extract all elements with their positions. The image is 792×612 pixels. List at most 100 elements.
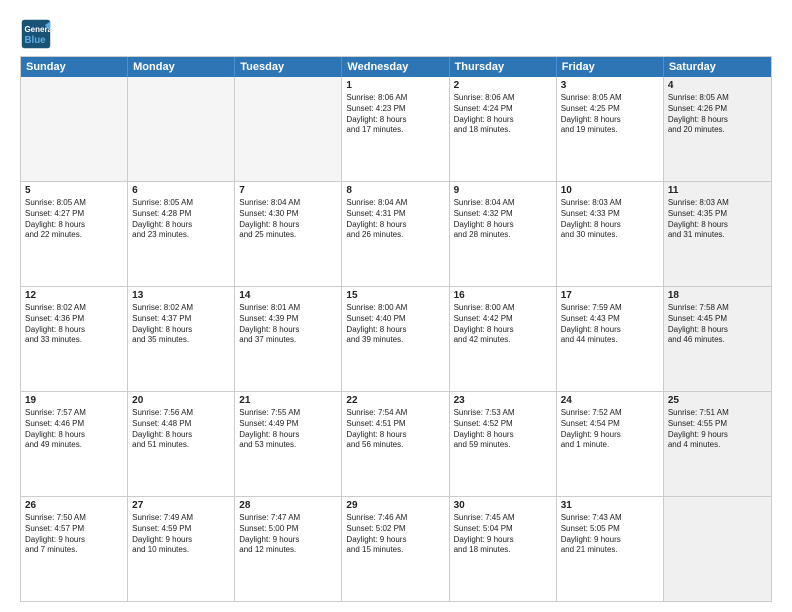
day-content: Sunrise: 7:56 AM Sunset: 4:48 PM Dayligh… <box>132 408 230 451</box>
calendar-day-26: 26Sunrise: 7:50 AM Sunset: 4:57 PM Dayli… <box>21 497 128 601</box>
calendar-day-7: 7 Sunrise: 8:04 AM Sunset: 4:30 PM Daylig… <box>235 182 342 286</box>
calendar-day-18: 18 Sunrise: 7:58 AM Sunset: 4:45 PM Dayli… <box>664 287 771 391</box>
header-day-saturday: Saturday <box>664 57 771 77</box>
calendar-day-16: 16 Sunrise: 8:00 AM Sunset: 4:42 PM Dayli… <box>450 287 557 391</box>
calendar: SundayMondayTuesdayWednesdayThursdayFrid… <box>20 56 772 602</box>
calendar-day-31: 31 Sunrise: 7:43 AM Sunset: 5:05 PM Dayli… <box>557 497 664 601</box>
day-content: Sunrise: 8:05 AM Sunset: 4:27 PM Dayligh… <box>25 198 123 241</box>
day-content: Sunrise: 8:05 AM Sunset: 4:28 PM Dayligh… <box>132 198 230 241</box>
day-number: 20 <box>132 395 230 406</box>
day-content: Sunrise: 7:54 AM Sunset: 4:51 PM Dayligh… <box>346 408 444 451</box>
page: General Blue SundayMondayTuesdayWednesda… <box>0 0 792 612</box>
day-number: 27 <box>132 500 230 511</box>
day-content: Sunrise: 7:53 AM Sunset: 4:52 PM Dayligh… <box>454 408 552 451</box>
day-content: Sunrise: 7:47 AM Sunset: 5:00 PM Dayligh… <box>239 513 337 556</box>
calendar-empty-cell <box>235 77 342 181</box>
day-number: 29 <box>346 500 444 511</box>
calendar-day-20: 20 Sunrise: 7:56 AM Sunset: 4:48 PM Dayli… <box>128 392 235 496</box>
calendar-day-22: 22 Sunrise: 7:54 AM Sunset: 4:51 PM Dayli… <box>342 392 449 496</box>
day-number: 15 <box>346 290 444 301</box>
calendar-header: SundayMondayTuesdayWednesdayThursdayFrid… <box>21 57 771 77</box>
header-day-friday: Friday <box>557 57 664 77</box>
calendar-day-15: 15 Sunrise: 8:00 AM Sunset: 4:40 PM Dayli… <box>342 287 449 391</box>
day-number: 11 <box>668 185 767 196</box>
day-number: 6 <box>132 185 230 196</box>
day-number: 7 <box>239 185 337 196</box>
calendar-day-5: 5Sunrise: 8:05 AM Sunset: 4:27 PM Daylig… <box>21 182 128 286</box>
calendar-day-28: 28Sunrise: 7:47 AM Sunset: 5:00 PM Dayli… <box>235 497 342 601</box>
calendar-day-6: 6 Sunrise: 8:05 AM Sunset: 4:28 PM Daylig… <box>128 182 235 286</box>
day-number: 4 <box>668 80 767 91</box>
day-number: 17 <box>561 290 659 301</box>
day-content: Sunrise: 8:06 AM Sunset: 4:24 PM Dayligh… <box>454 93 552 136</box>
day-number: 10 <box>561 185 659 196</box>
header-day-thursday: Thursday <box>450 57 557 77</box>
day-number: 30 <box>454 500 552 511</box>
day-content: Sunrise: 8:02 AM Sunset: 4:36 PM Dayligh… <box>25 303 123 346</box>
calendar-day-17: 17 Sunrise: 7:59 AM Sunset: 4:43 PM Dayli… <box>557 287 664 391</box>
header-day-tuesday: Tuesday <box>235 57 342 77</box>
day-content: Sunrise: 7:51 AM Sunset: 4:55 PM Dayligh… <box>668 408 767 451</box>
day-number: 22 <box>346 395 444 406</box>
calendar-row-1: 5Sunrise: 8:05 AM Sunset: 4:27 PM Daylig… <box>21 181 771 286</box>
day-content: Sunrise: 8:04 AM Sunset: 4:32 PM Dayligh… <box>454 198 552 241</box>
logo: General Blue <box>20 18 56 50</box>
header-day-wednesday: Wednesday <box>342 57 449 77</box>
day-content: Sunrise: 7:57 AM Sunset: 4:46 PM Dayligh… <box>25 408 123 451</box>
day-content: Sunrise: 8:00 AM Sunset: 4:42 PM Dayligh… <box>454 303 552 346</box>
header-day-sunday: Sunday <box>21 57 128 77</box>
day-number: 24 <box>561 395 659 406</box>
logo-icon: General Blue <box>20 18 52 50</box>
calendar-empty-cell <box>128 77 235 181</box>
day-number: 8 <box>346 185 444 196</box>
day-number: 12 <box>25 290 123 301</box>
calendar-day-2: 2Sunrise: 8:06 AM Sunset: 4:24 PM Daylig… <box>450 77 557 181</box>
day-number: 3 <box>561 80 659 91</box>
day-content: Sunrise: 8:03 AM Sunset: 4:35 PM Dayligh… <box>668 198 767 241</box>
calendar-row-2: 12 Sunrise: 8:02 AM Sunset: 4:36 PM Dayli… <box>21 286 771 391</box>
day-content: Sunrise: 7:58 AM Sunset: 4:45 PM Dayligh… <box>668 303 767 346</box>
calendar-row-4: 26Sunrise: 7:50 AM Sunset: 4:57 PM Dayli… <box>21 496 771 601</box>
day-number: 13 <box>132 290 230 301</box>
day-number: 26 <box>25 500 123 511</box>
calendar-day-10: 10 Sunrise: 8:03 AM Sunset: 4:33 PM Dayli… <box>557 182 664 286</box>
day-number: 25 <box>668 395 767 406</box>
day-number: 31 <box>561 500 659 511</box>
calendar-day-14: 14Sunrise: 8:01 AM Sunset: 4:39 PM Dayli… <box>235 287 342 391</box>
calendar-day-12: 12 Sunrise: 8:02 AM Sunset: 4:36 PM Dayli… <box>21 287 128 391</box>
calendar-day-1: 1 Sunrise: 8:06 AM Sunset: 4:23 PM Daylig… <box>342 77 449 181</box>
day-number: 21 <box>239 395 337 406</box>
day-content: Sunrise: 8:05 AM Sunset: 4:25 PM Dayligh… <box>561 93 659 136</box>
header-day-monday: Monday <box>128 57 235 77</box>
day-number: 19 <box>25 395 123 406</box>
calendar-day-11: 11 Sunrise: 8:03 AM Sunset: 4:35 PM Dayli… <box>664 182 771 286</box>
day-content: Sunrise: 7:55 AM Sunset: 4:49 PM Dayligh… <box>239 408 337 451</box>
calendar-day-13: 13 Sunrise: 8:02 AM Sunset: 4:37 PM Dayli… <box>128 287 235 391</box>
day-content: Sunrise: 8:02 AM Sunset: 4:37 PM Dayligh… <box>132 303 230 346</box>
day-number: 1 <box>346 80 444 91</box>
calendar-row-3: 19 Sunrise: 7:57 AM Sunset: 4:46 PM Dayli… <box>21 391 771 496</box>
day-content: Sunrise: 8:06 AM Sunset: 4:23 PM Dayligh… <box>346 93 444 136</box>
day-number: 18 <box>668 290 767 301</box>
day-content: Sunrise: 8:03 AM Sunset: 4:33 PM Dayligh… <box>561 198 659 241</box>
calendar-empty-cell <box>664 497 771 601</box>
calendar-day-29: 29 Sunrise: 7:46 AM Sunset: 5:02 PM Dayli… <box>342 497 449 601</box>
calendar-day-23: 23 Sunrise: 7:53 AM Sunset: 4:52 PM Dayli… <box>450 392 557 496</box>
day-content: Sunrise: 8:05 AM Sunset: 4:26 PM Dayligh… <box>668 93 767 136</box>
day-content: Sunrise: 7:59 AM Sunset: 4:43 PM Dayligh… <box>561 303 659 346</box>
calendar-body: 1 Sunrise: 8:06 AM Sunset: 4:23 PM Daylig… <box>21 77 771 601</box>
calendar-day-8: 8 Sunrise: 8:04 AM Sunset: 4:31 PM Daylig… <box>342 182 449 286</box>
day-number: 16 <box>454 290 552 301</box>
day-content: Sunrise: 8:04 AM Sunset: 4:30 PM Dayligh… <box>239 198 337 241</box>
day-content: Sunrise: 7:43 AM Sunset: 5:05 PM Dayligh… <box>561 513 659 556</box>
day-number: 23 <box>454 395 552 406</box>
header: General Blue <box>20 18 772 50</box>
day-content: Sunrise: 8:04 AM Sunset: 4:31 PM Dayligh… <box>346 198 444 241</box>
day-number: 9 <box>454 185 552 196</box>
day-content: Sunrise: 8:00 AM Sunset: 4:40 PM Dayligh… <box>346 303 444 346</box>
calendar-day-30: 30 Sunrise: 7:45 AM Sunset: 5:04 PM Dayli… <box>450 497 557 601</box>
calendar-day-9: 9 Sunrise: 8:04 AM Sunset: 4:32 PM Daylig… <box>450 182 557 286</box>
day-content: Sunrise: 7:46 AM Sunset: 5:02 PM Dayligh… <box>346 513 444 556</box>
day-content: Sunrise: 7:45 AM Sunset: 5:04 PM Dayligh… <box>454 513 552 556</box>
day-content: Sunrise: 7:52 AM Sunset: 4:54 PM Dayligh… <box>561 408 659 451</box>
